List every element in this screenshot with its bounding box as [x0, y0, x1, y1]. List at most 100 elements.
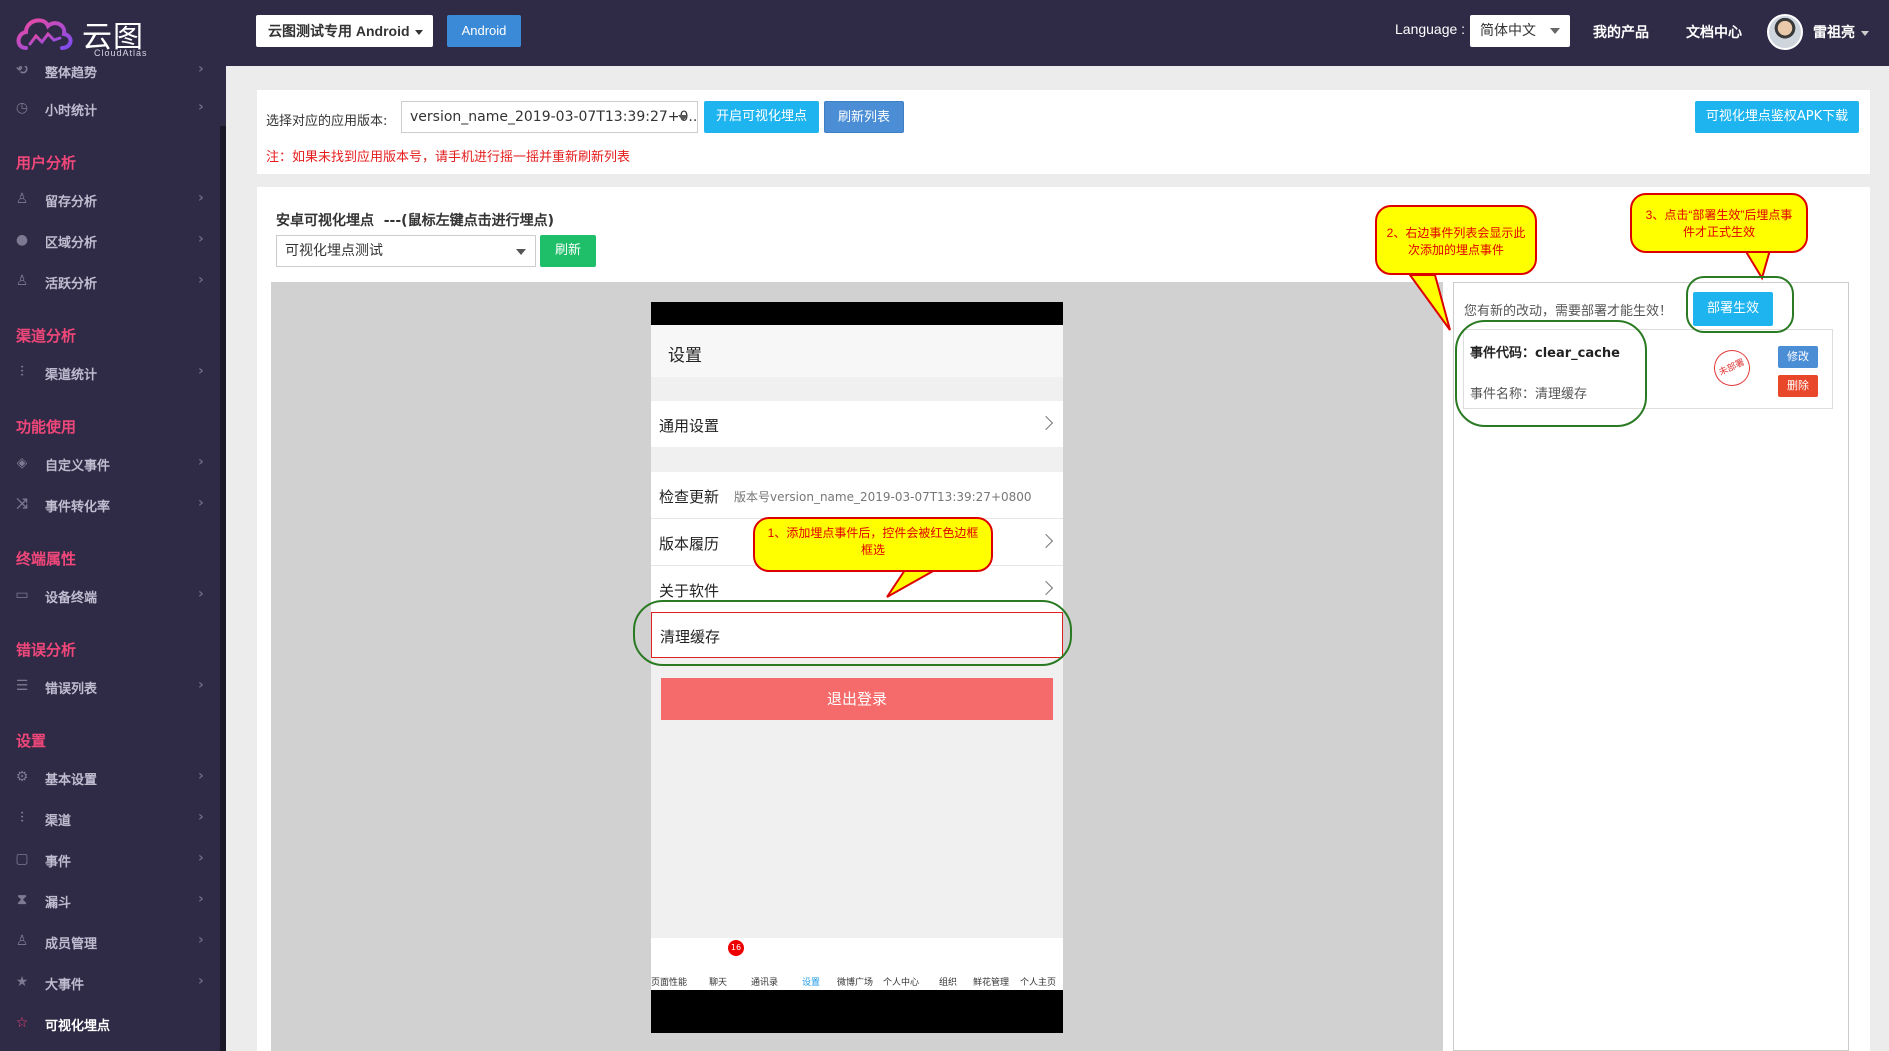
- sliders-icon: ⫶: [20, 810, 24, 826]
- chevron-right-icon: ›: [198, 809, 204, 825]
- caret-down-icon: [1550, 28, 1560, 34]
- phone-screen[interactable]: 设置 通用设置 检查更新 版本号version_name_2019-03-07T…: [651, 302, 1063, 1033]
- location-icon: ●: [15, 232, 29, 248]
- chevron-right-icon: ›: [198, 454, 204, 470]
- chevron-right-icon: [1038, 580, 1054, 596]
- tab-contacts[interactable]: 通讯录: [751, 975, 778, 988]
- tab-organization[interactable]: 组织: [939, 975, 957, 988]
- avatar[interactable]: [1767, 14, 1803, 50]
- tab-weibo-square[interactable]: 微博广场: [837, 975, 873, 988]
- test-select-value: 可视化埋点测试: [285, 243, 383, 259]
- sidebar-item-event-conversion[interactable]: ⤨ 事件转化率 ›: [14, 494, 214, 516]
- chevron-right-icon: ›: [198, 973, 204, 989]
- sidebar-item-active[interactable]: ♙ 活跃分析 ›: [14, 271, 214, 293]
- start-visual-tracking-button[interactable]: 开启可视化埋点: [704, 101, 819, 133]
- android-platform-button[interactable]: Android: [447, 15, 521, 47]
- sidebar-scrollbar[interactable]: [220, 126, 226, 1051]
- sidebar-item-events[interactable]: ▢ 事件 ›: [14, 849, 214, 871]
- sidebar-item-region[interactable]: ● 区域分析 ›: [14, 230, 214, 252]
- sidebar-item-error-list[interactable]: ☰ 错误列表 ›: [14, 676, 214, 698]
- status-bar: [651, 302, 1063, 325]
- tab-chat[interactable]: 聊天: [709, 975, 727, 988]
- app-select-value: 云图测试专用 Android: [268, 23, 410, 39]
- sidebar-item-device-terminal[interactable]: ▭ 设备终端 ›: [14, 585, 214, 607]
- tab-settings[interactable]: 设置: [802, 975, 820, 988]
- sidebar-item-visual-tracking[interactable]: ☆ 可视化埋点: [14, 1013, 214, 1035]
- sidebar-item-channels[interactable]: ⫶ 渠道 ›: [14, 808, 214, 830]
- sidebar-item-custom-events[interactable]: ◈ 自定义事件 ›: [14, 453, 214, 475]
- language-label: Language :: [1395, 21, 1466, 37]
- user-name: 雷祖亮: [1813, 25, 1855, 41]
- phone-tab-bar: 16 页面性能 聊天 通讯录 设置 微博广场 个人中心 组织 鲜花管理 个人主页: [651, 938, 1063, 990]
- highlight-oval-deploy: [1686, 276, 1794, 333]
- section-heading-error-analysis: 错误分析: [16, 641, 77, 659]
- sidebar-item-member-management[interactable]: ♙ 成员管理 ›: [14, 931, 214, 953]
- language-select[interactable]: 简体中文: [1470, 15, 1570, 47]
- caret-down-icon: [414, 29, 423, 35]
- test-select[interactable]: 可视化埋点测试: [276, 235, 536, 267]
- highlight-oval-event-card: [1455, 320, 1647, 427]
- tab-flower-management[interactable]: 鲜花管理: [973, 975, 1009, 988]
- annotation-callout-3: 3、点击“部署生效”后埋点事件才正式生效: [1630, 193, 1808, 253]
- logo-subtitle: CloudAtlas: [94, 48, 148, 58]
- chevron-right-icon: ›: [198, 932, 204, 948]
- sidebar-item-overall-trend[interactable]: ⟲ 整体趋势 ›: [14, 66, 214, 82]
- docs-center-link[interactable]: 文档中心: [1686, 22, 1742, 42]
- clipboard-icon: ▢: [15, 851, 29, 867]
- sidebar-item-hourly-stats[interactable]: ◷ 小时统计 ›: [14, 98, 214, 120]
- logo[interactable]: 云图 CloudAtlas: [14, 8, 164, 58]
- sidebar-item-retention[interactable]: ♙ 留存分析 ›: [14, 189, 214, 211]
- tab-personal-center[interactable]: 个人中心: [883, 975, 919, 988]
- annotation-callout-2: 2、右边事件列表会显示此次添加的埋点事件: [1375, 205, 1537, 275]
- logout-button[interactable]: 退出登录: [661, 678, 1053, 720]
- update-version-detail: 版本号version_name_2019-03-07T13:39:27+0800: [734, 490, 1032, 504]
- star-outline-icon: ☆: [15, 1015, 29, 1031]
- section-heading-feature-usage: 功能使用: [16, 418, 77, 436]
- chevron-right-icon: ›: [198, 190, 204, 206]
- delete-event-button[interactable]: 删除: [1778, 375, 1818, 397]
- row-general-settings[interactable]: 通用设置: [651, 401, 1063, 447]
- star-icon: ★: [15, 974, 29, 990]
- version-note: 注：如果未找到应用版本号，请手机进行摇一摇并重新刷新列表: [266, 150, 631, 165]
- user-icon: ♙: [15, 933, 29, 949]
- sidebar-item-funnel[interactable]: ⧗ 漏斗 ›: [14, 890, 214, 912]
- tab-personal-home[interactable]: 个人主页: [1020, 975, 1056, 988]
- sidebar-item-major-events[interactable]: ★ 大事件 ›: [14, 972, 214, 994]
- edit-event-button[interactable]: 修改: [1778, 346, 1818, 368]
- language-value: 简体中文: [1480, 23, 1536, 39]
- refresh-list-button[interactable]: 刷新列表: [824, 101, 904, 133]
- list-icon: ☰: [15, 678, 29, 694]
- sidebar: ⟲ 整体趋势 › ◷ 小时统计 › 用户分析 ♙ 留存分析 › ● 区域分析 › ♙ 活跃分析 › …: [0, 66, 226, 1051]
- row-check-update[interactable]: 检查更新 版本号version_name_2019-03-07T13:39:27…: [651, 472, 1063, 518]
- chevron-right-icon: ›: [198, 363, 204, 379]
- unread-badge: 16: [728, 940, 744, 956]
- chevron-right-icon: ›: [198, 677, 204, 693]
- apk-download-button[interactable]: 可视化埋点鉴权APK下载: [1695, 101, 1859, 133]
- version-label: 选择对应的应用版本:: [266, 114, 388, 129]
- my-products-link[interactable]: 我的产品: [1593, 22, 1649, 42]
- gear-icon: ⚙: [15, 769, 29, 785]
- top-header: 云图 CloudAtlas 云图测试专用 Android Android Lan…: [0, 0, 1889, 66]
- app-select[interactable]: 云图测试专用 Android: [256, 15, 433, 47]
- user-menu[interactable]: 雷祖亮: [1813, 22, 1869, 42]
- panel-title: 安卓可视化埋点 ---(鼠标左键点击进行埋点): [276, 213, 554, 229]
- tag-icon: ◈: [16, 455, 28, 471]
- version-select-value: version_name_2019-03-07T13:39:27+0...: [410, 109, 698, 125]
- tab-page-performance[interactable]: 页面性能: [651, 975, 687, 988]
- chevron-right-icon: ›: [198, 891, 204, 907]
- hourglass-icon: ⧗: [17, 892, 27, 908]
- clock-icon: ◷: [15, 100, 29, 116]
- chevron-right-icon: ›: [198, 272, 204, 288]
- caret-down-icon: [678, 115, 688, 121]
- user-icon: ♙: [15, 191, 29, 207]
- phone-title: 设置: [668, 346, 702, 366]
- chevron-right-icon: ›: [198, 586, 204, 602]
- sidebar-item-basic-settings[interactable]: ⚙ 基本设置 ›: [14, 767, 214, 789]
- refresh-button[interactable]: 刷新: [540, 235, 596, 267]
- sliders-icon: ⫶: [20, 364, 24, 380]
- version-select[interactable]: version_name_2019-03-07T13:39:27+0...: [401, 101, 698, 133]
- caret-down-icon: [516, 249, 526, 255]
- deploy-notice: 您有新的改动，需要部署才能生效！: [1464, 304, 1673, 319]
- sidebar-item-channel-stats[interactable]: ⫶ 渠道统计 ›: [14, 362, 214, 384]
- section-heading-user-analysis: 用户分析: [16, 154, 77, 172]
